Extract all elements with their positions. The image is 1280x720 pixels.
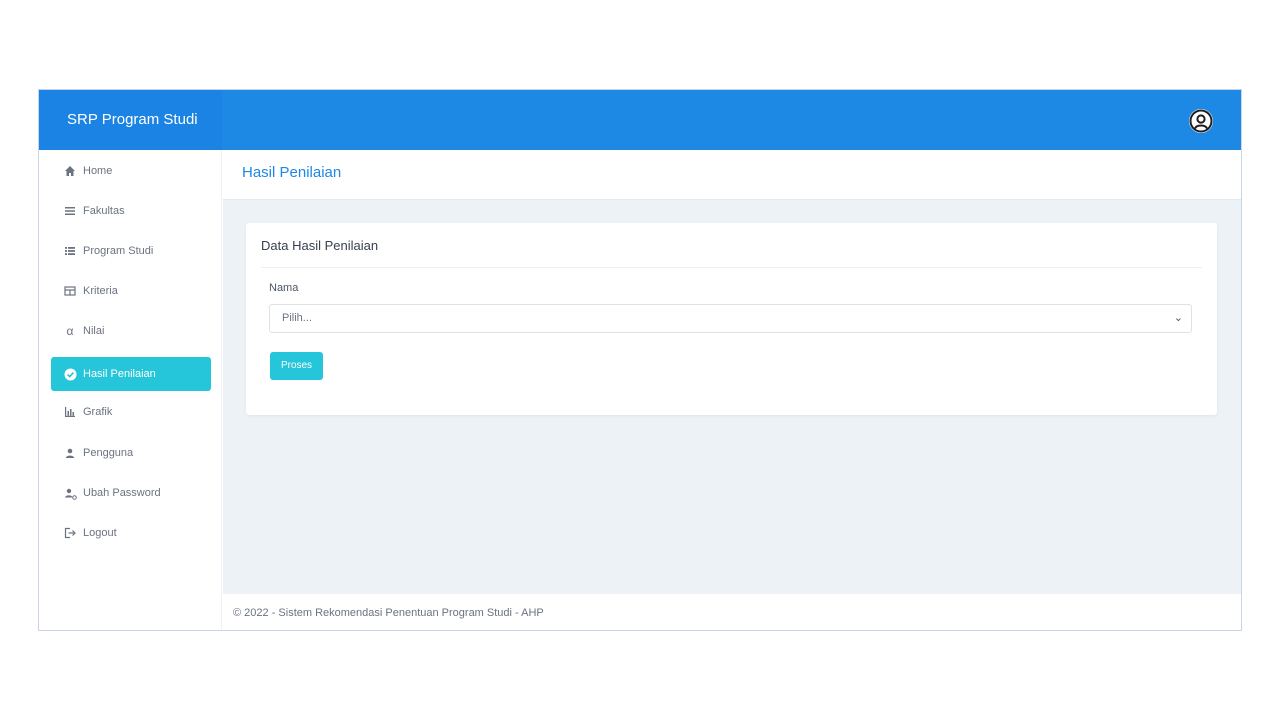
page-title: Hasil Penilaian: [242, 164, 342, 181]
list-icon: [63, 204, 77, 218]
sidebar-item-nilai[interactable]: α Nilai: [51, 314, 211, 348]
table-icon: [63, 284, 77, 298]
sidebar-item-grafik[interactable]: Grafik: [51, 395, 211, 429]
sidebar-item-label: Kriteria: [83, 285, 118, 297]
footer: © 2022 - Sistem Rekomendasi Penentuan Pr…: [223, 593, 1241, 630]
sidebar-item-fakultas[interactable]: Fakultas: [51, 194, 211, 228]
sidebar-item-pengguna[interactable]: Pengguna: [51, 436, 211, 470]
sidebar-item-kriteria[interactable]: Kriteria: [51, 274, 211, 308]
sidebar-item-home[interactable]: Home: [51, 154, 211, 188]
brand-title[interactable]: SRP Program Studi: [39, 90, 222, 150]
sidebar-item-label: Home: [83, 165, 113, 177]
result-card: Data Hasil Penilaian Nama Pilih... ⌄ Pro…: [246, 223, 1217, 415]
logout-icon: [63, 526, 77, 540]
home-icon: [63, 164, 77, 178]
user-cog-icon: [63, 486, 77, 500]
user-menu-button[interactable]: [1189, 109, 1213, 133]
sidebar: Home Fakultas Program Studi Kriteria α N…: [39, 150, 222, 630]
sidebar-item-label: Grafik: [83, 406, 113, 418]
bar-chart-icon: [63, 405, 77, 419]
sidebar-item-label: Program Studi: [83, 245, 154, 257]
sidebar-item-label: Ubah Password: [83, 487, 161, 499]
user-icon: [63, 446, 77, 460]
sidebar-item-label: Pengguna: [83, 447, 134, 459]
page-header: Hasil Penilaian: [223, 150, 1241, 200]
nama-select[interactable]: Pilih... ⌄: [269, 304, 1192, 333]
sidebar-item-program-studi[interactable]: Program Studi: [51, 234, 211, 268]
card-title: Data Hasil Penilaian: [261, 238, 379, 253]
user-circle-icon: [1189, 109, 1213, 133]
sidebar-item-label: Logout: [83, 527, 117, 539]
app-window: SRP Program Studi Home Fakultas Program …: [38, 89, 1242, 631]
sidebar-item-hasil-penilaian[interactable]: Hasil Penilaian: [51, 357, 211, 391]
sidebar-item-label: Fakultas: [83, 205, 125, 217]
card-divider: [261, 267, 1202, 268]
nama-label: Nama: [269, 282, 299, 294]
chevron-down-icon: ⌄: [1173, 312, 1183, 324]
sidebar-item-ubah-password[interactable]: Ubah Password: [51, 476, 211, 510]
top-navbar: SRP Program Studi: [39, 90, 1241, 150]
alpha-icon: α: [66, 324, 74, 338]
list-icon: [63, 244, 77, 258]
nama-select-value: Pilih...: [282, 312, 312, 324]
proses-button[interactable]: Proses: [270, 352, 323, 380]
sidebar-item-label: Nilai: [83, 325, 105, 337]
footer-text: © 2022 - Sistem Rekomendasi Penentuan Pr…: [233, 607, 544, 619]
main-content: Hasil Penilaian Data Hasil Penilaian Nam…: [223, 150, 1241, 630]
check-circle-icon: [63, 367, 77, 381]
sidebar-item-label: Hasil Penilaian: [83, 368, 156, 380]
sidebar-item-logout[interactable]: Logout: [51, 516, 211, 550]
